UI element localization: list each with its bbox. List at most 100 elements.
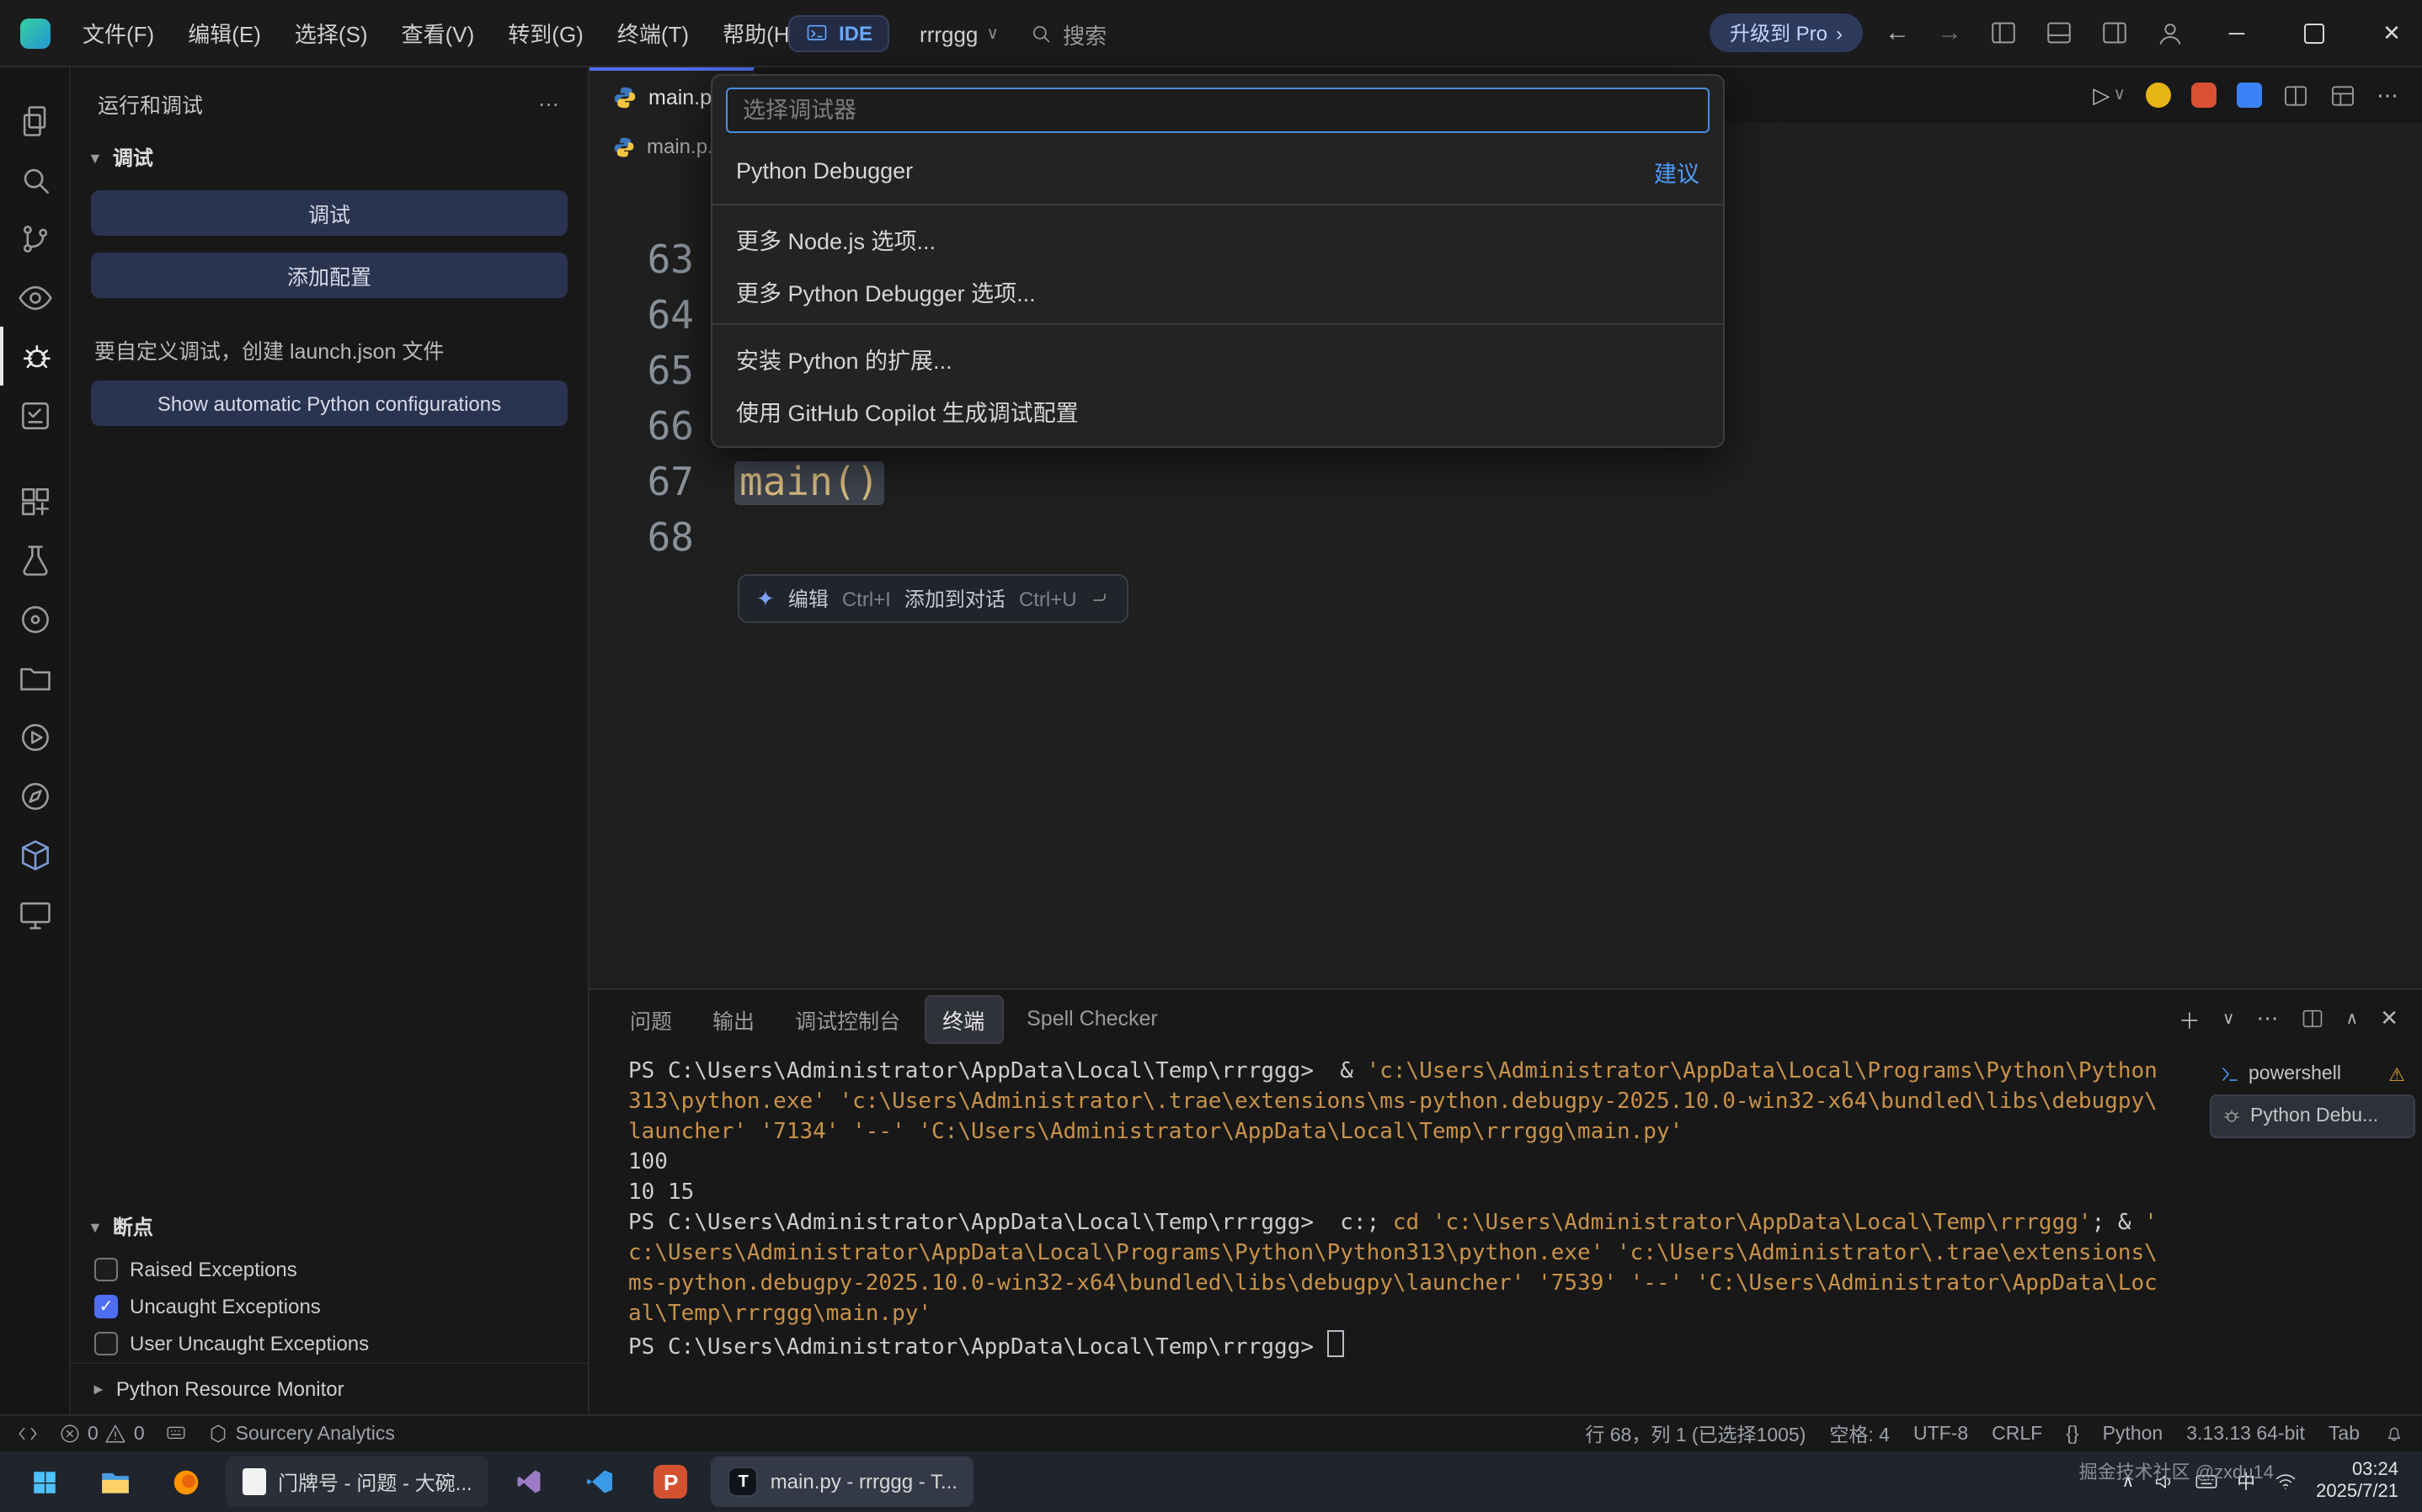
toggle-secondary-sidebar-button[interactable] <box>2095 19 2134 47</box>
file-explorer-icon[interactable] <box>84 1456 145 1507</box>
inline-chat-widget[interactable]: ✦ 编辑 Ctrl+I 添加到对话 Ctrl+U <box>738 574 1129 623</box>
taskbar-window-notes[interactable]: 门牌号 - 问题 - 大碗... <box>226 1456 489 1507</box>
breakpoints-section-header[interactable]: ▼ 断点 <box>71 1202 588 1251</box>
menu-selection[interactable]: 选择(S) <box>280 10 383 56</box>
sourcery-analytics[interactable]: Sourcery Analytics <box>207 1423 395 1445</box>
source-control-icon[interactable] <box>0 209 70 268</box>
add-config-button[interactable]: 添加配置 <box>91 253 568 298</box>
cursor-position[interactable]: 行 68，列 1 (已选择1005) <box>1585 1420 1806 1447</box>
add-to-chat-button[interactable]: 添加到对话 <box>904 584 1006 613</box>
project-switcher[interactable]: rrrggg ∨ <box>920 21 999 46</box>
vscode-icon[interactable] <box>570 1456 631 1507</box>
breakpoint-row[interactable]: Raised Exceptions <box>71 1251 588 1288</box>
suggested-badge[interactable]: 建议 <box>1654 154 1699 188</box>
run-python-file-button[interactable]: ▷∨ <box>2093 82 2126 109</box>
tab-indicator[interactable]: Tab <box>2329 1424 2360 1444</box>
folder-icon[interactable] <box>0 648 70 707</box>
wifi-icon[interactable] <box>2274 1470 2297 1493</box>
upgrade-pro-button[interactable]: 升级到 Pro › <box>1710 13 1863 52</box>
visual-studio-icon[interactable] <box>499 1456 560 1507</box>
extension-icon-red[interactable] <box>2191 83 2217 108</box>
menu-goto[interactable]: 转到(G) <box>493 10 599 56</box>
explorer-icon[interactable] <box>0 91 70 150</box>
breakpoint-checkbox[interactable] <box>94 1295 118 1318</box>
taskbar-window-trae[interactable]: T main.py - rrrggg - T... <box>712 1456 974 1507</box>
tab-spell-checker[interactable]: Spell Checker <box>1010 1000 1175 1037</box>
powerpoint-icon[interactable]: P <box>641 1456 702 1507</box>
flask-icon[interactable] <box>0 530 70 589</box>
tab-output[interactable]: 输出 <box>696 996 771 1041</box>
breakpoint-row[interactable]: Uncaught Exceptions <box>71 1288 588 1325</box>
package-icon[interactable] <box>0 825 70 884</box>
quickpick-item-copilot[interactable]: 使用 GitHub Copilot 生成调试配置 <box>712 384 1723 436</box>
run-and-debug-icon[interactable] <box>0 327 70 386</box>
global-search[interactable]: 搜索 <box>1029 18 1107 50</box>
inline-edit-button[interactable]: 编辑 <box>788 584 829 613</box>
braces-icon[interactable]: {} <box>2066 1424 2078 1444</box>
debug-section-header[interactable]: ▼ 调试 <box>71 133 588 182</box>
menu-file[interactable]: 文件(F) <box>67 10 169 56</box>
remote-indicator[interactable] <box>17 1423 39 1445</box>
more-actions-icon[interactable]: ⋯ <box>2377 82 2398 109</box>
testing-icon[interactable] <box>0 386 70 445</box>
run-circle-icon[interactable] <box>0 707 70 766</box>
quickpick-input[interactable] <box>726 88 1710 133</box>
nav-back-button[interactable]: ← <box>1880 19 1915 47</box>
eol[interactable]: CRLF <box>1992 1424 2042 1444</box>
more-actions-icon[interactable]: ⋯ <box>2257 1005 2279 1032</box>
quickpick-item-more-python[interactable]: 更多 Python Debugger 选项... <box>712 264 1723 317</box>
remote-monitor-icon[interactable] <box>0 884 70 943</box>
menu-view[interactable]: 查看(V) <box>387 10 490 56</box>
extensions-icon[interactable] <box>0 471 70 530</box>
start-button[interactable] <box>13 1456 74 1507</box>
split-editor-icon[interactable] <box>2282 82 2309 109</box>
tab-problems[interactable]: 问题 <box>613 996 689 1041</box>
breakpoint-row[interactable]: User Uncaught Exceptions <box>71 1325 588 1362</box>
collapse-icon[interactable] <box>1091 588 1111 609</box>
nav-forward-button[interactable]: → <box>1932 19 1967 47</box>
quickpick-item-more-node[interactable]: 更多 Node.js 选项... <box>712 212 1723 264</box>
terminal-item-powershell[interactable]: powershell ⚠ <box>2210 1054 2415 1094</box>
menu-terminal[interactable]: 终端(T) <box>602 10 704 56</box>
terminal-output[interactable]: PS C:\Users\Administrator\AppData\Local\… <box>589 1047 2210 1414</box>
account-icon[interactable] <box>2151 19 2190 47</box>
window-close-button[interactable]: ✕ <box>2361 0 2422 67</box>
menu-edit[interactable]: 编辑(E) <box>173 10 276 56</box>
window-minimize-button[interactable]: ─ <box>2206 0 2267 67</box>
auto-python-config-button[interactable]: Show automatic Python configurations <box>91 381 568 426</box>
python-env-icon[interactable] <box>0 589 70 648</box>
search-sidebar-icon[interactable] <box>0 150 70 209</box>
problems-indicator[interactable]: 0 0 <box>59 1423 145 1445</box>
firefox-icon[interactable] <box>155 1456 216 1507</box>
new-terminal-button[interactable]: ＋ <box>2179 1003 2201 1035</box>
eye-icon[interactable] <box>0 268 70 327</box>
tab-terminal[interactable]: 终端 <box>924 994 1003 1043</box>
compass-icon[interactable] <box>0 766 70 825</box>
ide-mode-badge[interactable]: IDE <box>788 15 889 52</box>
breakpoint-checkbox[interactable] <box>94 1258 118 1281</box>
extension-icon-yellow[interactable] <box>2146 83 2171 108</box>
maximize-panel-icon[interactable]: ∧ <box>2346 1009 2359 1028</box>
tab-debug-console[interactable]: 调试控制台 <box>778 996 917 1041</box>
encoding[interactable]: UTF-8 <box>1913 1424 1968 1444</box>
breakpoint-checkbox[interactable] <box>94 1332 118 1355</box>
terminal-dropdown-icon[interactable]: ∨ <box>2222 1009 2235 1028</box>
more-actions-icon[interactable]: ⋯ <box>538 91 561 116</box>
layout-icon[interactable] <box>2329 82 2356 109</box>
debug-button[interactable]: 调试 <box>91 190 568 236</box>
close-panel-icon[interactable]: ✕ <box>2380 1005 2398 1032</box>
tray-clock[interactable]: 03:24 2025/7/21 <box>2316 1460 2398 1504</box>
feedback-icon[interactable] <box>165 1423 187 1445</box>
python-resource-monitor-section[interactable]: ► Python Resource Monitor <box>71 1362 588 1414</box>
indentation[interactable]: 空格: 4 <box>1829 1420 1890 1447</box>
toggle-panel-button[interactable] <box>2040 19 2078 47</box>
bell-icon[interactable] <box>2383 1423 2405 1445</box>
extension-icon-blue[interactable] <box>2237 83 2262 108</box>
terminal-item-python-debug[interactable]: Python Debu... <box>2210 1094 2415 1138</box>
window-maximize-button[interactable] <box>2284 0 2345 67</box>
language-mode[interactable]: Python <box>2103 1424 2163 1444</box>
split-terminal-icon[interactable] <box>2301 1007 2324 1030</box>
quickpick-item-install-python[interactable]: 安装 Python 的扩展... <box>712 332 1723 384</box>
python-version[interactable]: 3.13.13 64-bit <box>2186 1424 2305 1444</box>
quickpick-item-python-debugger[interactable]: Python Debugger 建议 <box>712 145 1723 197</box>
